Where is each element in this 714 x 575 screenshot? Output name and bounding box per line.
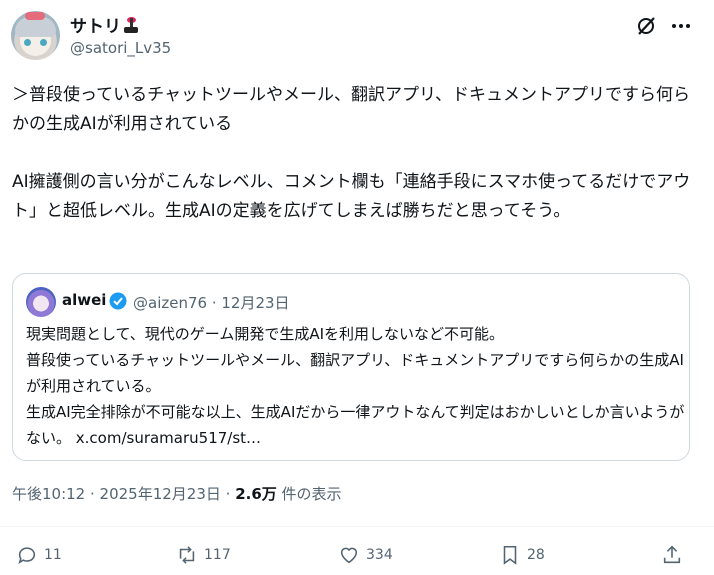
reply-count: 11 <box>44 547 62 563</box>
like-button[interactable]: 334 <box>338 543 393 567</box>
repost-button[interactable]: 117 <box>176 543 231 567</box>
post-timestamp[interactable]: 午後10:12 · 2025年12月23日 · <box>12 485 235 503</box>
avatar-hair <box>15 17 56 37</box>
repost-count: 117 <box>204 547 231 563</box>
post-text: ＞普段使っているチャットツールやメール、翻訳アプリ、ドキュメントアプリですら何ら… <box>12 85 691 221</box>
author-name[interactable]: サトリ <box>70 12 138 37</box>
share-icon <box>663 545 681 564</box>
joystick-icon <box>124 16 138 33</box>
like-count: 334 <box>366 547 393 563</box>
divider <box>0 526 714 527</box>
verified-icon <box>109 292 127 310</box>
reply-button[interactable]: 11 <box>16 543 62 567</box>
bookmark-button[interactable]: 28 <box>499 543 545 567</box>
quoted-handle-date: @aizen76 · 12月23日 <box>133 294 290 312</box>
bookmark-count: 28 <box>527 547 545 563</box>
avatar-bow <box>25 12 45 20</box>
grok-icon[interactable] <box>636 16 656 36</box>
quoted-author-avatar[interactable] <box>26 287 56 317</box>
author-avatar[interactable] <box>11 11 60 60</box>
bookmark-icon <box>503 545 517 565</box>
avatar-eye-right <box>40 39 47 46</box>
post: サトリ @satori_Lv35 ＞普段使っているチャットツールやメール、翻訳ア… <box>0 0 714 575</box>
reply-icon <box>18 547 36 565</box>
post-meta: 午後10:12 · 2025年12月23日 · 2.6万 件の表示 <box>12 483 342 504</box>
quoted-post[interactable]: alwei @aizen76 · 12月23日 現実問題として、現代のゲーム開発… <box>12 273 690 461</box>
view-count: 2.6万 <box>235 485 277 503</box>
quoted-text: 現実問題として、現代のゲーム開発で生成AIを利用しないなど不可能。 普段使ってい… <box>26 325 685 447</box>
author-display-name[interactable]: サトリ <box>70 12 121 37</box>
avatar-eye-left <box>24 39 31 46</box>
more-icon[interactable] <box>670 16 692 36</box>
author-handle[interactable]: @satori_Lv35 <box>70 39 171 57</box>
views-label: 件の表示 <box>276 485 342 503</box>
quoted-author-name: alwei <box>62 291 107 309</box>
repost-icon <box>179 546 195 564</box>
share-button[interactable] <box>661 543 683 567</box>
like-icon <box>340 547 358 564</box>
